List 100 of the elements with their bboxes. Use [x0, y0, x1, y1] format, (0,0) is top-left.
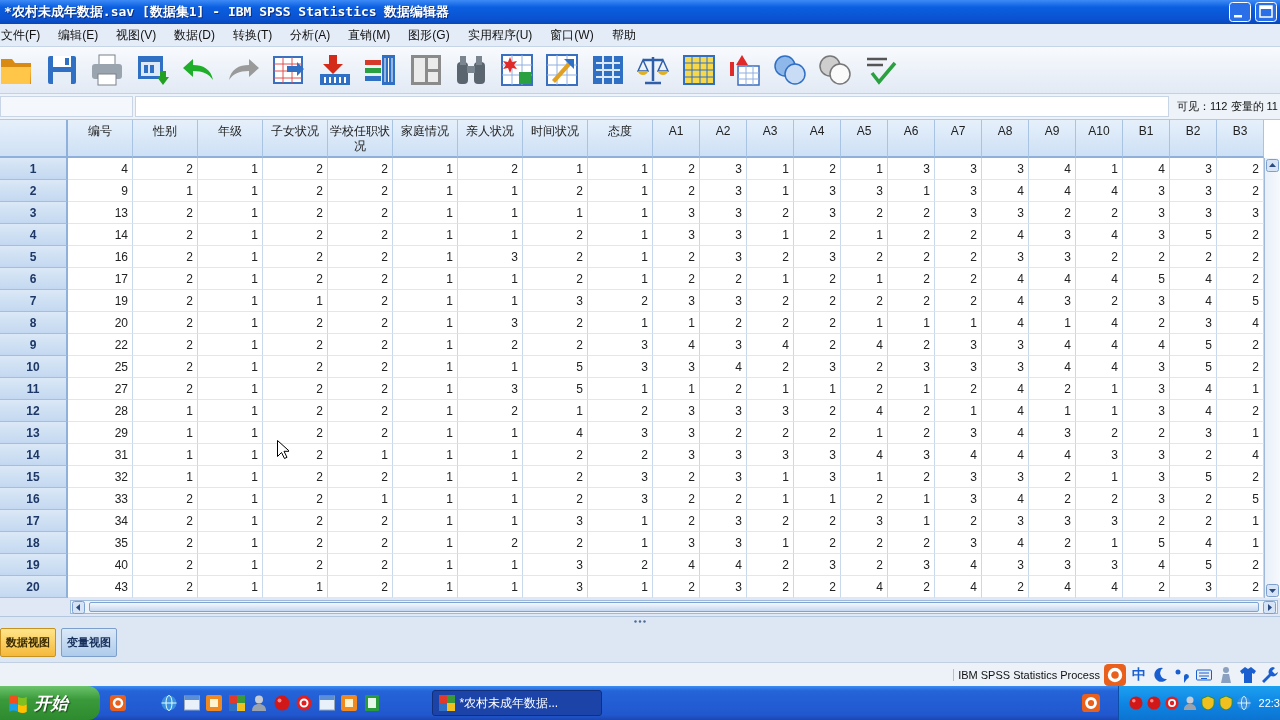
row-header[interactable]: 2	[0, 180, 68, 202]
person-icon[interactable]	[251, 695, 267, 711]
menu-item[interactable]: 编辑(E)	[49, 23, 108, 47]
column-header[interactable]: A3	[747, 120, 794, 158]
column-header[interactable]: 时间状况	[523, 120, 588, 158]
start-button[interactable]: 开始	[0, 686, 100, 720]
disc-icon[interactable]	[296, 695, 312, 711]
view-tab[interactable]: 变量视图	[61, 628, 117, 657]
grid-icon[interactable]	[228, 695, 245, 711]
row-header[interactable]: 4	[0, 224, 68, 246]
shield-icon[interactable]	[1200, 696, 1215, 710]
columns-icon[interactable]	[591, 54, 624, 86]
row-header[interactable]: 9	[0, 334, 68, 356]
taskbar-button[interactable]: *农村未成年数据...	[431, 690, 602, 716]
menu-item[interactable]: 实用程序(U)	[458, 23, 542, 47]
shield-icon[interactable]	[1218, 696, 1233, 710]
minimize-icon[interactable]	[1229, 2, 1251, 22]
row-header[interactable]: 3	[0, 202, 68, 224]
vertical-scrollbar[interactable]	[1264, 158, 1280, 598]
row-header[interactable]: 10	[0, 356, 68, 378]
row-header[interactable]: 7	[0, 290, 68, 312]
globe-icon[interactable]	[161, 695, 177, 711]
cell-editor-field[interactable]	[135, 96, 1169, 117]
maximize-icon[interactable]	[1255, 2, 1277, 22]
splitter-handle-icon[interactable]	[634, 619, 646, 623]
menu-item[interactable]: 文件(F)	[0, 23, 50, 47]
row-header[interactable]: 20	[0, 576, 68, 598]
column-header[interactable]: 态度	[588, 120, 653, 158]
column-header[interactable]: A1	[653, 120, 700, 158]
input-mode-toggle[interactable]: 中	[1132, 665, 1146, 684]
column-header[interactable]: A5	[841, 120, 888, 158]
person-icon[interactable]	[1218, 666, 1234, 683]
row-header[interactable]: 17	[0, 510, 68, 532]
tile-icon[interactable]	[341, 695, 357, 711]
save-icon[interactable]	[45, 54, 78, 86]
tile-icon[interactable]	[206, 695, 222, 711]
printer-icon[interactable]	[91, 54, 123, 86]
column-header[interactable]: B1	[1123, 120, 1170, 158]
window-arrow-icon[interactable]	[136, 54, 169, 86]
row-header[interactable]: 18	[0, 532, 68, 554]
column-header[interactable]: B3	[1217, 120, 1264, 158]
window-icon[interactable]	[183, 695, 200, 711]
column-header[interactable]: 性别	[133, 120, 198, 158]
row-header[interactable]: 5	[0, 246, 68, 268]
moon-icon[interactable]	[1152, 666, 1168, 683]
circles-icon[interactable]	[773, 54, 806, 86]
ball-icon[interactable]	[273, 695, 290, 711]
column-header[interactable]: 年级	[198, 120, 263, 158]
ring-tile-icon[interactable]	[1104, 663, 1126, 686]
horizontal-scrollbar[interactable]	[70, 600, 1278, 614]
grid-star-icon[interactable]	[500, 54, 533, 86]
column-header[interactable]: A8	[982, 120, 1029, 158]
column-header[interactable]: 亲人状况	[458, 120, 523, 158]
arrow-bar-icon[interactable]	[318, 54, 351, 86]
table-icon[interactable]	[682, 54, 715, 86]
column-header[interactable]: A4	[794, 120, 841, 158]
column-header[interactable]: 子女状况	[263, 120, 328, 158]
row-header[interactable]: 16	[0, 488, 68, 510]
scales-icon[interactable]	[637, 54, 669, 86]
row-header[interactable]: 8	[0, 312, 68, 334]
row-header[interactable]: 14	[0, 444, 68, 466]
column-header[interactable]: A10	[1076, 120, 1123, 158]
column-header[interactable]: 学校任职状况	[328, 120, 393, 158]
menu-item[interactable]: 分析(A)	[281, 23, 340, 47]
bars-icon[interactable]	[364, 54, 396, 86]
menu-item[interactable]: 视图(V)	[107, 23, 166, 47]
column-header[interactable]: B2	[1170, 120, 1217, 158]
row-header[interactable]: 15	[0, 466, 68, 488]
row-header[interactable]: 13	[0, 422, 68, 444]
window-icon[interactable]	[318, 695, 335, 711]
row-header[interactable]: 12	[0, 400, 68, 422]
ring-tile-icon[interactable]	[1081, 694, 1100, 712]
keyboard-icon[interactable]	[1196, 666, 1212, 683]
book-icon[interactable]	[363, 695, 380, 711]
view-tab[interactable]: 数据视图	[0, 628, 56, 657]
row-header[interactable]: 19	[0, 554, 68, 576]
column-header[interactable]: A6	[888, 120, 935, 158]
row-header[interactable]: 1	[0, 158, 68, 180]
menu-item[interactable]: 转换(T)	[224, 23, 282, 47]
ring-tile-icon[interactable]	[110, 695, 126, 711]
column-header[interactable]: 编号	[68, 120, 133, 158]
row-header[interactable]: 6	[0, 268, 68, 290]
grid-arrow-icon[interactable]	[273, 54, 305, 86]
column-header[interactable]: A9	[1029, 120, 1076, 158]
ball-icon[interactable]	[1146, 696, 1161, 710]
binoculars-icon[interactable]	[455, 54, 487, 86]
tag-grid-icon[interactable]	[728, 54, 760, 86]
cell-name-field[interactable]	[0, 96, 133, 117]
wrench-icon[interactable]	[1262, 666, 1278, 683]
menu-item[interactable]: 直销(M)	[339, 23, 400, 47]
disc-icon[interactable]	[1164, 696, 1179, 710]
column-header[interactable]: A7	[935, 120, 982, 158]
menu-item[interactable]: 图形(G)	[399, 23, 459, 47]
grid-pointer-icon[interactable]	[546, 54, 578, 86]
column-header[interactable]: A2	[700, 120, 747, 158]
menu-item[interactable]: 窗口(W)	[541, 23, 603, 47]
globe-icon[interactable]	[1236, 696, 1251, 710]
menu-item[interactable]: 数据(D)	[165, 23, 224, 47]
scroll-thumb[interactable]	[89, 602, 1259, 612]
ball-icon[interactable]	[1128, 696, 1143, 710]
